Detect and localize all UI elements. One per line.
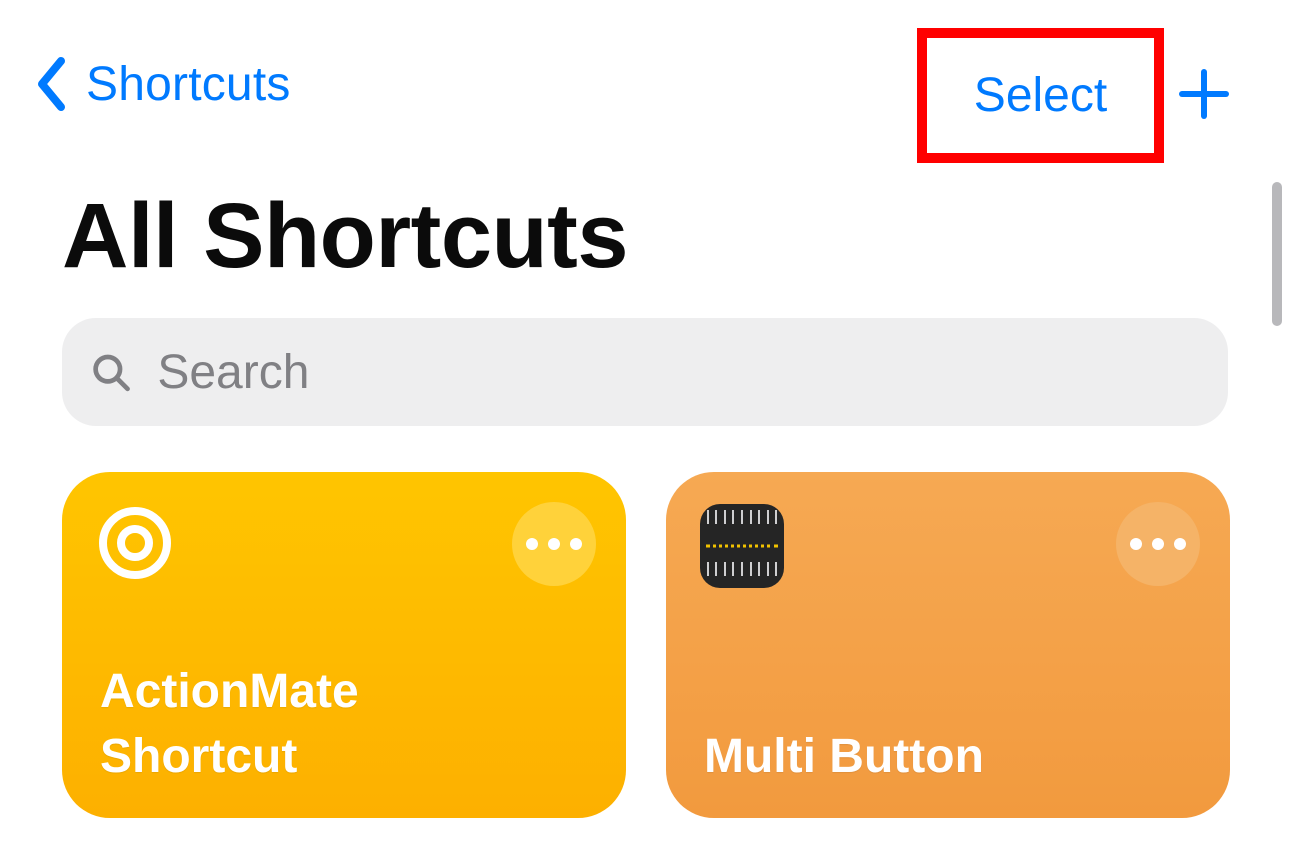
ellipsis-icon: [526, 538, 582, 550]
select-button[interactable]: Select: [917, 28, 1164, 163]
chevron-left-icon: [34, 56, 68, 112]
search-icon: [90, 350, 131, 394]
back-button[interactable]: Shortcuts: [34, 56, 291, 112]
shortcut-grid: ActionMate Shortcut Multi Button: [62, 472, 1230, 818]
ellipsis-icon: [1130, 538, 1186, 550]
add-button[interactable]: [1178, 68, 1230, 125]
plus-icon: [1178, 68, 1230, 120]
page-title: All Shortcuts: [62, 184, 628, 289]
target-icon: [96, 504, 174, 587]
more-button[interactable]: [1116, 502, 1200, 586]
search-input[interactable]: [155, 344, 1228, 401]
measure-app-icon: [700, 504, 784, 588]
more-button[interactable]: [512, 502, 596, 586]
scroll-indicator[interactable]: [1272, 182, 1282, 326]
search-field[interactable]: [62, 318, 1228, 426]
shortcut-title: Multi Button: [704, 725, 984, 790]
shortcut-title: ActionMate Shortcut: [100, 660, 359, 790]
shortcut-tile[interactable]: ActionMate Shortcut: [62, 472, 626, 818]
select-label: Select: [974, 68, 1107, 123]
shortcut-tile[interactable]: Multi Button: [666, 472, 1230, 818]
back-label: Shortcuts: [86, 57, 291, 112]
navbar: Shortcuts Select: [0, 0, 1290, 150]
